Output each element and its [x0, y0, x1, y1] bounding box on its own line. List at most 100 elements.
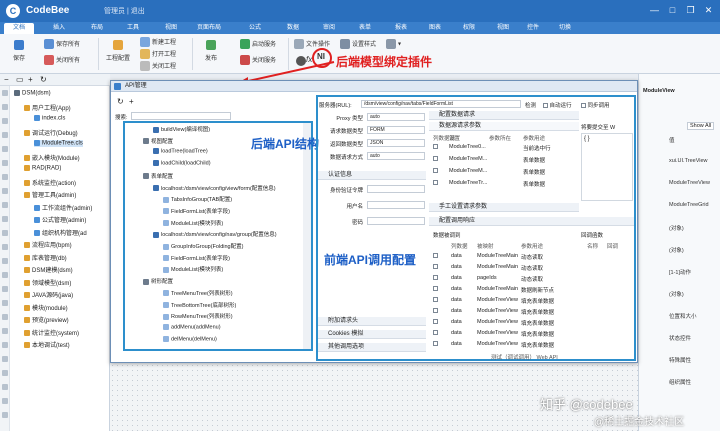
property-value[interactable]: (对象) [669, 246, 684, 254]
menu-tab-2[interactable]: 布局 [82, 23, 112, 34]
tree-item[interactable]: RAD(RAD) [24, 165, 61, 172]
start-server-button[interactable]: 启动服务 [240, 39, 276, 50]
menu-tab-10[interactable]: 报表 [386, 23, 416, 34]
strip-icon[interactable] [2, 132, 8, 138]
api-tree-item[interactable]: FieldFormList(表单字段) [163, 207, 230, 215]
menu-tab-13[interactable]: 视图 [488, 23, 518, 34]
row-checkbox[interactable] [433, 144, 438, 149]
row-checkbox[interactable] [433, 168, 438, 173]
property-value[interactable]: (对象) [669, 224, 684, 232]
strip-icon[interactable] [2, 342, 8, 348]
form-select[interactable]: JSON [367, 139, 425, 147]
api-tree-item[interactable]: ModuleList(模块列表) [163, 219, 223, 227]
menu-tab-1[interactable]: 插入 [44, 23, 74, 34]
tree-item[interactable]: 用户工程(App) [24, 103, 71, 112]
row-checkbox[interactable] [433, 341, 438, 346]
property-value[interactable]: ModuleTreeView [669, 180, 710, 186]
api-tree-item[interactable]: loadTree(loadTree) [153, 148, 208, 155]
menu-tab-3[interactable]: 工具 [118, 23, 148, 34]
api-tree-item[interactable]: 树形配置 [143, 277, 173, 285]
request-params-header[interactable]: 数据源请求参数 [429, 122, 579, 131]
api-tree-item[interactable]: delMenu(delMenu) [163, 335, 217, 342]
strip-icon[interactable] [2, 188, 8, 194]
row-checkbox[interactable] [433, 297, 438, 302]
close-project-button[interactable]: 关闭工程 [140, 61, 176, 72]
tree-item[interactable]: 嵌入模块(Module) [24, 153, 80, 162]
form-select[interactable]: auto [367, 113, 425, 121]
property-value[interactable]: (对象) [669, 290, 684, 298]
row-checkbox[interactable] [433, 330, 438, 335]
strip-icon[interactable] [2, 174, 8, 180]
search-input[interactable] [131, 112, 231, 120]
row-checkbox[interactable] [433, 180, 438, 185]
auth-input[interactable] [367, 201, 425, 209]
close-icon[interactable]: ✕ [702, 4, 715, 17]
api-tree-item[interactable]: ModuleList(模块列表) [163, 265, 223, 273]
property-value[interactable]: ModuleTreeGrid [669, 202, 709, 208]
menu-tab-14[interactable]: 控件 [518, 23, 548, 34]
add-api-icon[interactable]: + [129, 97, 134, 106]
property-value[interactable]: [1-1]动作 [669, 268, 691, 276]
tree-item[interactable]: DSM建模(dsm) [24, 265, 73, 274]
row-checkbox[interactable] [433, 319, 438, 324]
auto-run-checkbox[interactable]: 自动运行 [543, 101, 572, 109]
refresh-icon[interactable]: ↻ [40, 75, 47, 84]
tree-item[interactable]: index.cls [34, 115, 65, 122]
strip-icon[interactable] [2, 244, 8, 250]
request-config-header[interactable]: 配置数据请求 [429, 111, 579, 120]
tree-item[interactable]: 工作流组件(admin) [34, 203, 92, 212]
publish-button[interactable]: 发布 [200, 40, 222, 62]
strip-icon[interactable] [2, 328, 8, 334]
tree-item[interactable]: 统计监控(system) [24, 328, 79, 337]
property-value[interactable]: xui.UI.TreeView [669, 158, 708, 164]
menu-tab-5[interactable]: 页面布局 [194, 23, 224, 34]
tree-item[interactable]: 公式管理(admin) [34, 215, 86, 224]
call-response-header[interactable]: 配置调用响应 [429, 217, 634, 226]
strip-icon[interactable] [2, 300, 8, 306]
save-all-button[interactable]: 保存所有 [44, 39, 80, 50]
strip-icon[interactable] [2, 104, 8, 110]
api-tree-item[interactable]: buildView(编译视图) [153, 125, 210, 133]
user-menu[interactable]: 管理员 | 退出 [104, 6, 145, 16]
strip-icon[interactable] [2, 384, 8, 390]
tree-item[interactable]: 流程应用(bpm) [24, 240, 72, 249]
menu-tab-6[interactable]: 公式 [240, 23, 270, 34]
tree-item[interactable]: 库表管理(db) [24, 253, 67, 262]
tree-item[interactable]: 组织机构管理(ad [34, 228, 87, 237]
collapse-icon[interactable]: − [4, 75, 9, 84]
add-icon[interactable]: + [28, 75, 33, 84]
menu-tab-0[interactable]: 文档 [4, 23, 34, 34]
tree-item[interactable]: 系统监控(action) [24, 178, 76, 187]
strip-icon[interactable] [2, 146, 8, 152]
property-value[interactable]: 状态控件 [669, 334, 691, 342]
maximize-icon[interactable]: □ [666, 4, 679, 17]
api-tree-item[interactable]: 表单配置 [143, 172, 173, 180]
row-checkbox[interactable] [433, 275, 438, 280]
property-value[interactable]: 特殊属性 [669, 356, 691, 364]
menu-tab-8[interactable]: 审阅 [314, 23, 344, 34]
open-project-button[interactable]: 打开工程 [140, 49, 176, 60]
api-tree-item[interactable]: localhost:/dsm/view/config/nav/group(配置信… [153, 230, 277, 238]
strip-icon[interactable] [2, 286, 8, 292]
attach-header-section[interactable]: 附加请求头 [318, 317, 426, 326]
tree-item[interactable]: 管理工具(admin) [24, 190, 76, 199]
refresh-icon[interactable]: ↻ [117, 97, 124, 106]
auth-section-header[interactable]: 认证信息 [318, 171, 426, 180]
menu-tab-4[interactable]: 视图 [156, 23, 186, 34]
strip-icon[interactable] [2, 356, 8, 362]
cookies-section[interactable]: Cookies 模拟 [318, 330, 426, 339]
form-select[interactable]: FORM [367, 126, 425, 134]
property-value[interactable]: 组织属性 [669, 378, 691, 386]
folder-icon[interactable]: ▭ [16, 75, 24, 84]
api-tree-item[interactable]: TreeBottomTree(底部树形) [163, 301, 236, 309]
set-style-dropdown[interactable]: 设置样式 [340, 39, 376, 50]
strip-icon[interactable] [2, 412, 8, 418]
auth-input[interactable] [367, 217, 425, 225]
check-button[interactable]: 检测 [525, 101, 536, 109]
property-value[interactable]: 位置和大小 [669, 312, 697, 320]
tree-item[interactable]: 调试运行(Debug) [24, 128, 78, 137]
menu-tab-9[interactable]: 表单 [350, 23, 380, 34]
strip-icon[interactable] [2, 118, 8, 124]
row-checkbox[interactable] [433, 308, 438, 313]
submit-value-editor[interactable]: { } [581, 133, 633, 201]
